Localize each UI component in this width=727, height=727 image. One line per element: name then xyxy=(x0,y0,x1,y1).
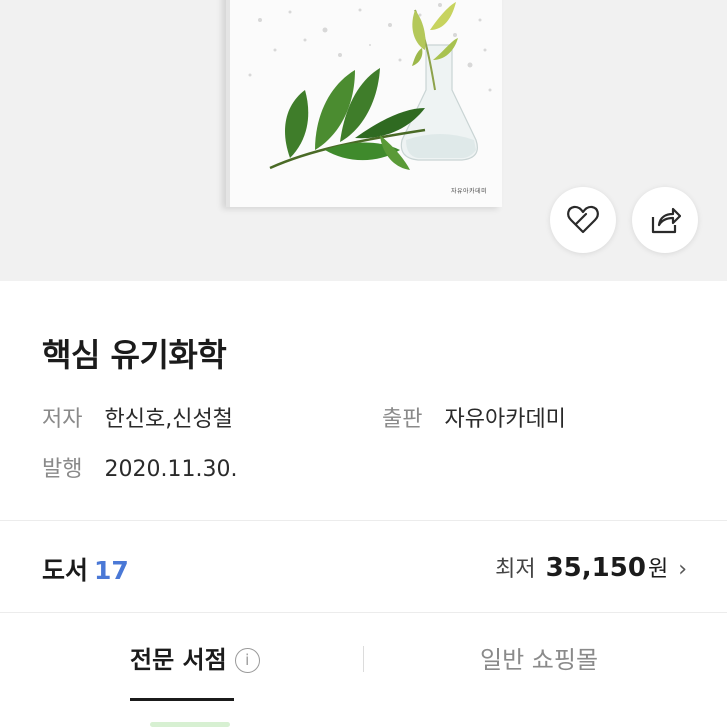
author-row: 저자 한신호,신성철 xyxy=(42,401,233,433)
book-cover-image: 자유아카데미 xyxy=(226,0,502,207)
stock-count: 17 xyxy=(94,556,129,585)
tab-general-shopping-mall[interactable]: 일반 쇼핑몰 xyxy=(480,640,598,675)
tab-label: 전문 서점 xyxy=(130,646,227,674)
info-icon[interactable]: i xyxy=(234,648,260,673)
book-cover-area: 자유아카데미 xyxy=(0,0,727,281)
book-title: 핵심 유기화학 xyxy=(42,336,227,374)
cover-publisher-text: 자유아카데미 xyxy=(451,188,488,195)
tab-specialty-bookstore[interactable]: 전문 서점 i xyxy=(130,640,260,675)
author-value: 한신호,신성철 xyxy=(104,407,233,432)
chevron-right-icon: › xyxy=(678,557,687,582)
content-peek xyxy=(150,722,230,727)
publisher-label: 출판 xyxy=(382,407,423,432)
publisher-value: 자유아카데미 xyxy=(444,407,566,432)
author-label: 저자 xyxy=(42,407,83,432)
price-unit: 원 xyxy=(647,557,669,582)
share-icon xyxy=(649,205,681,235)
divider xyxy=(0,520,727,521)
price-label: 최저 xyxy=(495,557,536,582)
date-label: 발행 xyxy=(42,457,83,482)
lowest-price-link[interactable]: 최저 35,150 원 › xyxy=(495,551,687,583)
wishlist-button[interactable] xyxy=(550,187,616,253)
publisher-row: 출판 자유아카데미 xyxy=(382,401,566,433)
cover-illustration xyxy=(248,2,492,170)
heart-icon xyxy=(566,205,600,235)
date-row: 발행 2020.11.30. xyxy=(42,451,237,483)
tab-separator xyxy=(363,646,364,672)
price-value: 35,150 xyxy=(545,553,646,583)
date-value: 2020.11.30. xyxy=(104,457,238,482)
divider xyxy=(0,612,727,613)
stock-label: 도서 xyxy=(42,556,89,585)
share-button[interactable] xyxy=(632,187,698,253)
stock-summary: 도서 17 xyxy=(42,551,129,587)
tab-label: 일반 쇼핑몰 xyxy=(480,646,599,674)
active-tab-indicator xyxy=(130,698,234,701)
